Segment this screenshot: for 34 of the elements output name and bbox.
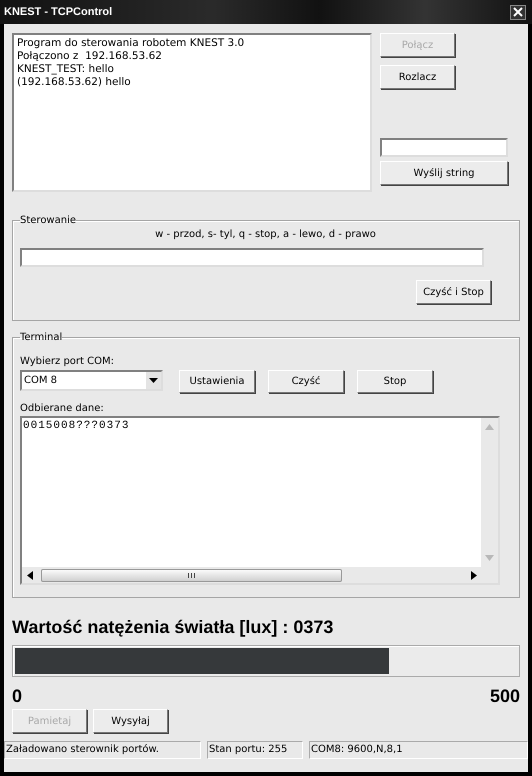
text-field[interactable] (380, 138, 508, 157)
port-dropdown[interactable]: COM 8 (20, 370, 163, 391)
close-icon (513, 7, 523, 17)
status-panel: COM8: 9600,N,8,1 (309, 741, 528, 759)
button[interactable]: Czyść (268, 370, 344, 393)
label: Wybierz port COM: (20, 356, 115, 367)
received-text: 0015008???0373 (22, 419, 130, 434)
scale-label: 0 (12, 686, 22, 706)
button[interactable]: Stop (357, 370, 433, 393)
close-button[interactable] (510, 4, 526, 20)
window-title: KNEST - TCPControl (4, 6, 112, 18)
button[interactable]: Rozlacz (380, 65, 455, 89)
scale-label: 500 (490, 686, 520, 706)
status-panel: Stan portu: 255 (207, 741, 303, 759)
log-line: Program do sterowania robotem KNEST 3.0 (17, 37, 246, 50)
button[interactable]: Wyślij string (380, 161, 508, 185)
button[interactable]: Ustawienia (179, 370, 255, 393)
log-line: KNEST_TEST: hello (17, 63, 115, 76)
label: Odbierane dane: (20, 403, 105, 414)
log-line: Połączono z 192.168.53.62 (17, 50, 163, 63)
dropdown-arrow-icon (149, 378, 158, 383)
hint-text: w - przod, s- tyl, q - stop, a - lewo, d - prawo (154, 229, 377, 240)
log-line: (192.168.53.62) hello (17, 76, 132, 89)
command-field[interactable] (20, 248, 484, 267)
horizontal-scrollbar[interactable] (22, 567, 498, 583)
button[interactable]: Czyść i Stop (416, 280, 491, 304)
status-panel: Załadowano sterownik portów. (4, 741, 201, 759)
group-title: Sterowanie (20, 215, 76, 226)
reading-title: Wartość natężenia światła [lux] : 0373 (12, 616, 334, 638)
scroll-left-arrow-icon[interactable] (27, 570, 33, 580)
received-data-area[interactable]: 0015008???0373 (20, 416, 500, 585)
group-title: Terminal (20, 332, 62, 343)
button[interactable]: Wysyłaj (93, 709, 168, 733)
scroll-right-arrow-icon[interactable] (471, 570, 477, 580)
